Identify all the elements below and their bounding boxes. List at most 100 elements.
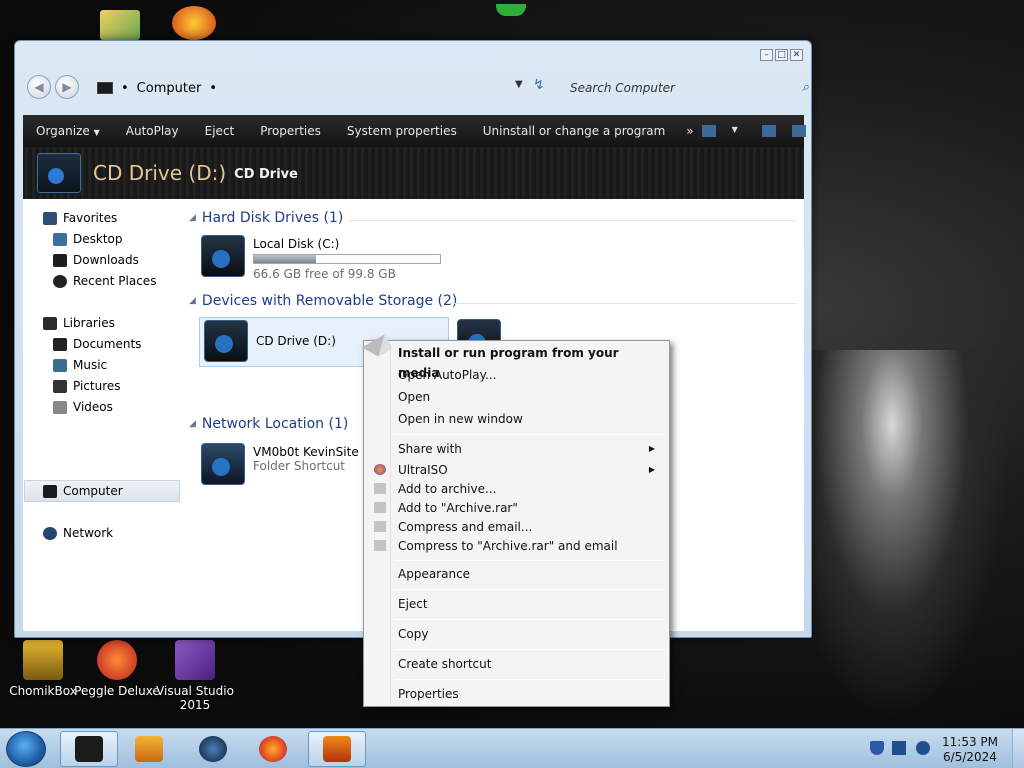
- taskbar-archive-app[interactable]: [308, 731, 366, 767]
- menu-label: Share with: [398, 442, 462, 456]
- taskbar: 11:53 PM 6/5/2024: [0, 728, 1024, 768]
- nav-label: Desktop: [73, 232, 123, 246]
- menu-item-create-shortcut[interactable]: Create shortcut: [398, 654, 663, 674]
- desktop-icon-partial[interactable]: [100, 10, 140, 40]
- globe-icon: [199, 736, 227, 762]
- window-controls: – □ ✕: [760, 49, 803, 61]
- menu-separator: [394, 619, 665, 620]
- menu-item-copy[interactable]: Copy: [398, 624, 663, 644]
- nav-recent-places[interactable]: Recent Places: [53, 274, 156, 288]
- shield-icon[interactable]: [870, 741, 884, 755]
- menu-item-share-with[interactable]: Share with ▶: [398, 439, 663, 459]
- address-dropdown-icon[interactable]: ▼: [515, 79, 523, 90]
- volume-icon[interactable]: [916, 741, 930, 755]
- search-icon[interactable]: ⌕: [802, 80, 809, 95]
- show-desktop-button[interactable]: [1012, 729, 1024, 768]
- refresh-icon[interactable]: ↯: [533, 77, 545, 93]
- nav-libraries[interactable]: Libraries: [43, 316, 115, 330]
- menu-separator: [394, 434, 665, 435]
- group-label: Network Location (1): [201, 416, 349, 432]
- nav-computer[interactable]: Computer: [24, 480, 180, 502]
- menu-item-open-autoplay[interactable]: Open AutoPlay...: [398, 365, 663, 385]
- menu-item-open-new-window[interactable]: Open in new window: [398, 409, 663, 429]
- computer-icon: [43, 484, 57, 498]
- chomikbox-icon: [23, 640, 63, 680]
- taskbar-globe-app[interactable]: [184, 731, 242, 767]
- desktop-icon-label: Peggle Deluxe: [74, 684, 160, 698]
- menu-item-compress-email[interactable]: Compress and email...: [374, 517, 663, 537]
- menu-label: Copy: [398, 627, 429, 641]
- visual-studio-icon: [175, 640, 215, 680]
- nav-label: Documents: [73, 337, 142, 351]
- clock-date: 6/5/2024: [943, 750, 997, 764]
- help-icon[interactable]: [791, 125, 806, 137]
- group-hard-disk-drives[interactable]: ◢ Hard Disk Drives (1): [189, 210, 343, 226]
- menu-item-open[interactable]: Open: [398, 387, 663, 407]
- nav-label: Network: [63, 526, 114, 540]
- downloads-icon: [53, 253, 67, 267]
- taskbar-explorer[interactable]: [60, 731, 118, 767]
- group-network-location[interactable]: ◢ Network Location (1): [189, 416, 348, 432]
- desktop-icon-peggle[interactable]: Peggle Deluxe: [74, 640, 160, 698]
- back-button[interactable]: ◀: [27, 75, 51, 99]
- organize-button[interactable]: Organize ▼: [23, 124, 113, 138]
- start-button[interactable]: [6, 731, 46, 767]
- winrar-icon: [374, 521, 386, 532]
- submenu-arrow-icon: ▶: [648, 444, 655, 453]
- nav-network[interactable]: Network: [43, 526, 113, 540]
- chevron-down-icon[interactable]: ▼: [732, 125, 746, 137]
- menu-item-add-archive[interactable]: Add to archive...: [374, 479, 663, 499]
- group-removable-storage[interactable]: ◢ Devices with Removable Storage (2): [189, 293, 457, 309]
- address-bar[interactable]: • Computer •: [97, 77, 557, 99]
- nav-pictures[interactable]: Pictures: [53, 379, 121, 393]
- videos-icon: [53, 400, 67, 414]
- nav-downloads[interactable]: Downloads: [53, 253, 139, 267]
- search-input[interactable]: Search Computer ⌕: [560, 75, 815, 101]
- menu-item-compress-rar-email[interactable]: Compress to "Archive.rar" and email: [374, 536, 663, 556]
- desktop-icon-visual-studio[interactable]: Visual Studio 2015: [152, 640, 238, 712]
- taskbar-firefox[interactable]: [244, 731, 302, 767]
- context-menu: Install or run program from your media O…: [363, 340, 670, 707]
- minimize-button[interactable]: –: [760, 49, 773, 61]
- maximize-button[interactable]: □: [775, 49, 788, 61]
- nav-music[interactable]: Music: [53, 358, 107, 372]
- properties-button[interactable]: Properties: [247, 124, 334, 138]
- nav-label: Music: [73, 358, 108, 372]
- collapse-icon: ◢: [189, 213, 196, 223]
- eject-button[interactable]: Eject: [192, 124, 248, 138]
- more-commands-button[interactable]: »: [678, 124, 701, 138]
- desktop-icon-partial-2[interactable]: [172, 6, 216, 40]
- group-divider: [447, 303, 796, 304]
- nav-favorites[interactable]: Favorites: [43, 211, 117, 225]
- network-icon[interactable]: [892, 741, 906, 755]
- libraries-icon: [43, 316, 57, 330]
- free-space-text: 66.6 GB free of 99.8 GB: [253, 267, 396, 281]
- nav-documents[interactable]: Documents: [53, 337, 141, 351]
- system-properties-button[interactable]: System properties: [334, 124, 470, 138]
- menu-item-appearance[interactable]: Appearance: [398, 564, 663, 584]
- clock[interactable]: 11:53 PM 6/5/2024: [942, 735, 998, 765]
- menu-item-ultraiso[interactable]: UltraISO ▶: [374, 460, 663, 480]
- nav-desktop[interactable]: Desktop: [53, 232, 123, 246]
- menu-item-properties[interactable]: Properties: [398, 684, 663, 704]
- nav-label: Downloads: [73, 253, 139, 267]
- header-subtitle: CD Drive: [234, 166, 298, 182]
- menu-item-add-archive-rar[interactable]: Add to "Archive.rar": [374, 498, 663, 518]
- network-folder-icon: [201, 443, 245, 485]
- menu-item-install[interactable]: Install or run program from your media: [398, 343, 663, 380]
- taskbar-media-player[interactable]: [120, 731, 178, 767]
- change-view-icon[interactable]: [701, 125, 716, 137]
- forward-button[interactable]: ▶: [55, 75, 79, 99]
- star-icon: [43, 211, 57, 225]
- preview-pane-icon[interactable]: [761, 125, 776, 137]
- nav-label: Pictures: [73, 379, 121, 393]
- close-button[interactable]: ✕: [790, 49, 803, 61]
- wallpaper-glow: [496, 4, 526, 16]
- local-disk-c[interactable]: Local Disk (C:) 66.6 GB free of 99.8 GB: [201, 235, 451, 281]
- menu-item-eject[interactable]: Eject: [398, 594, 663, 614]
- uninstall-button[interactable]: Uninstall or change a program: [470, 124, 679, 138]
- command-toolbar: Organize ▼ AutoPlay Eject Properties Sys…: [23, 115, 806, 147]
- autoplay-button[interactable]: AutoPlay: [113, 124, 192, 138]
- nav-videos[interactable]: Videos: [53, 400, 113, 414]
- navigation-pane: Favorites Desktop Downloads Recent Place…: [23, 199, 185, 631]
